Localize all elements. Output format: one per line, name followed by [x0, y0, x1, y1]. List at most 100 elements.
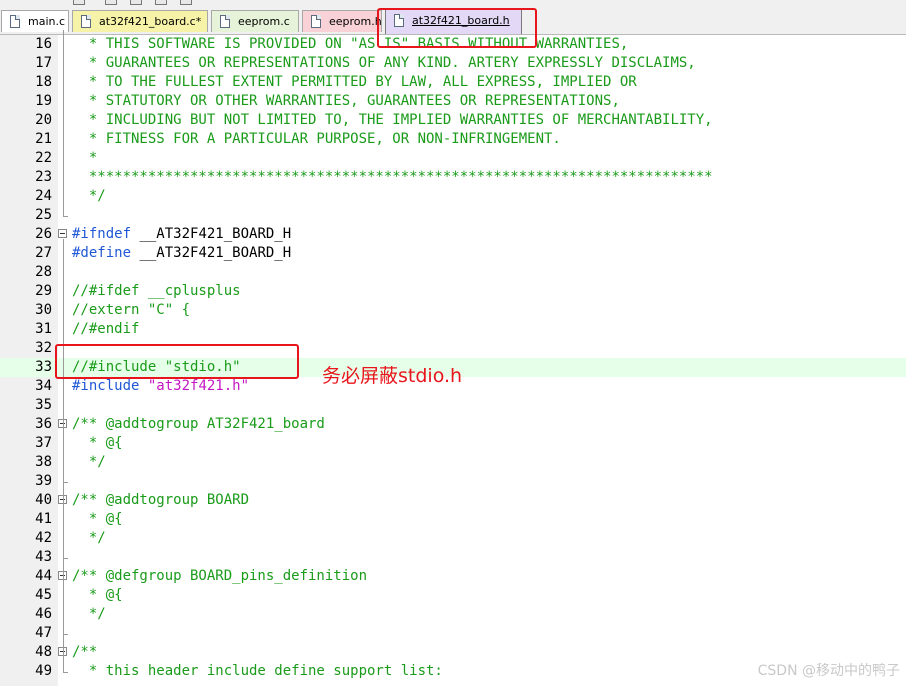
code-text: * [72, 149, 97, 168]
code-line[interactable]: 39 [0, 472, 906, 491]
code-text: #include "at32f421.h" [72, 377, 249, 396]
code-line[interactable]: 43 [0, 548, 906, 567]
fold-end-mark [63, 634, 68, 635]
toolbar-button[interactable] [130, 0, 142, 5]
code-line[interactable]: 32 [0, 339, 906, 358]
code-line[interactable]: 46 */ [0, 605, 906, 624]
toolbar [0, 0, 906, 7]
code-text: * this header include define support lis… [72, 662, 443, 681]
fold-end-mark [63, 558, 68, 559]
code-line[interactable]: 42 */ [0, 529, 906, 548]
code-line[interactable]: 19 * STATUTORY OR OTHER WARRANTIES, GUAR… [0, 92, 906, 111]
code-token: * INCLUDING BUT NOT LIMITED TO, THE IMPL… [72, 112, 713, 128]
line-number: 46 [35, 606, 52, 622]
code-token: //#ifdef __cplusplus [72, 283, 241, 299]
code-text: #define __AT32F421_BOARD_H [72, 244, 291, 263]
file-icon [311, 15, 321, 28]
file-icon [81, 15, 91, 28]
tab-main-c[interactable]: main.c [1, 10, 69, 32]
code-token: * @{ [72, 587, 123, 603]
line-number: 30 [35, 302, 52, 318]
code-line[interactable]: 45 * @{ [0, 586, 906, 605]
line-number: 37 [35, 435, 52, 451]
code-line[interactable]: 40 /** @addtogroup BOARD [0, 491, 906, 510]
code-line[interactable]: 24 */ [0, 187, 906, 206]
code-line[interactable]: 25 [0, 206, 906, 225]
code-line[interactable]: 47 [0, 624, 906, 643]
line-number: 42 [35, 530, 52, 546]
code-text: ****************************************… [72, 168, 713, 187]
code-line[interactable]: 23 *************************************… [0, 168, 906, 187]
code-line[interactable]: 37 * @{ [0, 434, 906, 453]
code-line[interactable]: 30 //extern "C" { [0, 301, 906, 320]
toolbar-button[interactable] [105, 0, 117, 5]
toolbar-button[interactable] [180, 0, 192, 5]
code-line[interactable]: 20 * INCLUDING BUT NOT LIMITED TO, THE I… [0, 111, 906, 130]
code-token: //extern "C" { [72, 302, 191, 318]
code-text: //extern "C" { [72, 301, 190, 320]
code-token: * THIS SOFTWARE IS PROVIDED ON "AS IS" B… [72, 36, 629, 52]
code-line[interactable]: 18 * TO THE FULLEST EXTENT PERMITTED BY … [0, 73, 906, 92]
code-line[interactable]: 27 #define __AT32F421_BOARD_H [0, 244, 906, 263]
line-number: 40 [35, 492, 52, 508]
code-token: /** [72, 644, 98, 660]
code-token: * GUARANTEES OR REPRESENTATIONS OF ANY K… [72, 55, 696, 71]
file-icon [10, 15, 20, 28]
code-text: * FITNESS FOR A PARTICULAR PURPOSE, OR N… [72, 130, 561, 149]
line-number: 26 [35, 226, 52, 242]
line-number: 31 [35, 321, 52, 337]
line-number: 21 [35, 131, 52, 147]
line-number: 25 [35, 207, 52, 223]
code-text: * INCLUDING BUT NOT LIMITED TO, THE IMPL… [72, 111, 713, 130]
line-number: 41 [35, 511, 52, 527]
code-token: __AT32F421_BOARD_H [131, 245, 292, 261]
code-text: * THIS SOFTWARE IS PROVIDED ON "AS IS" B… [72, 35, 628, 54]
code-token: * this header include define support lis… [72, 663, 443, 679]
code-line[interactable]: 17 * GUARANTEES OR REPRESENTATIONS OF AN… [0, 54, 906, 73]
code-text: */ [72, 529, 106, 548]
file-icon [394, 14, 404, 27]
code-line[interactable]: 31 //#endif [0, 320, 906, 339]
code-text: /** @addtogroup AT32F421_board [72, 415, 325, 434]
toolbar-button[interactable] [73, 0, 85, 5]
code-token: * TO THE FULLEST EXTENT PERMITTED BY LAW… [72, 74, 637, 90]
fold-guide [63, 505, 64, 558]
line-number: 36 [35, 416, 52, 432]
code-token: * @{ [72, 435, 123, 451]
line-number: 19 [35, 93, 52, 109]
code-line[interactable]: 28 [0, 263, 906, 282]
code-line[interactable]: 36 /** @addtogroup AT32F421_board [0, 415, 906, 434]
code-token: */ [72, 454, 106, 470]
code-line[interactable]: 16 * THIS SOFTWARE IS PROVIDED ON "AS IS… [0, 35, 906, 54]
code-line[interactable]: 22 * [0, 149, 906, 168]
tab-label: eeprom.h [329, 15, 382, 28]
code-line[interactable]: 26 #ifndef __AT32F421_BOARD_H [0, 225, 906, 244]
code-line[interactable]: 29 //#ifdef __cplusplus [0, 282, 906, 301]
code-line[interactable]: 44 /** @defgroup BOARD_pins_definition [0, 567, 906, 586]
tab-at32f421-board-h[interactable]: at32f421_board.h [385, 9, 522, 34]
code-line[interactable]: 38 */ [0, 453, 906, 472]
line-number: 38 [35, 454, 52, 470]
code-token: __AT32F421_BOARD_H [131, 226, 292, 242]
line-number: 20 [35, 112, 52, 128]
code-token: * @{ [72, 511, 123, 527]
toolbar-button[interactable] [155, 0, 167, 5]
tab-eeprom-h[interactable]: eeprom.h [302, 10, 382, 32]
code-line[interactable]: 21 * FITNESS FOR A PARTICULAR PURPOSE, O… [0, 130, 906, 149]
line-number: 24 [35, 188, 52, 204]
file-tab-bar: main.c at32f421_board.c* eeprom.c eeprom… [0, 7, 906, 35]
code-line[interactable]: 41 * @{ [0, 510, 906, 529]
tab-at32f421-board-c[interactable]: at32f421_board.c* [72, 10, 208, 32]
tab-eeprom-c[interactable]: eeprom.c [211, 10, 299, 32]
code-text: * @{ [72, 586, 123, 605]
line-number: 35 [35, 397, 52, 413]
line-number: 43 [35, 549, 52, 565]
code-text: //#include "stdio.h" [72, 358, 241, 377]
code-token: * FITNESS FOR A PARTICULAR PURPOSE, OR N… [72, 131, 561, 147]
fold-toggle-icon[interactable] [58, 229, 67, 238]
code-line[interactable]: 35 [0, 396, 906, 415]
line-number: 16 [35, 36, 52, 52]
code-token: * [72, 150, 98, 166]
code-text: #ifndef __AT32F421_BOARD_H [72, 225, 291, 244]
